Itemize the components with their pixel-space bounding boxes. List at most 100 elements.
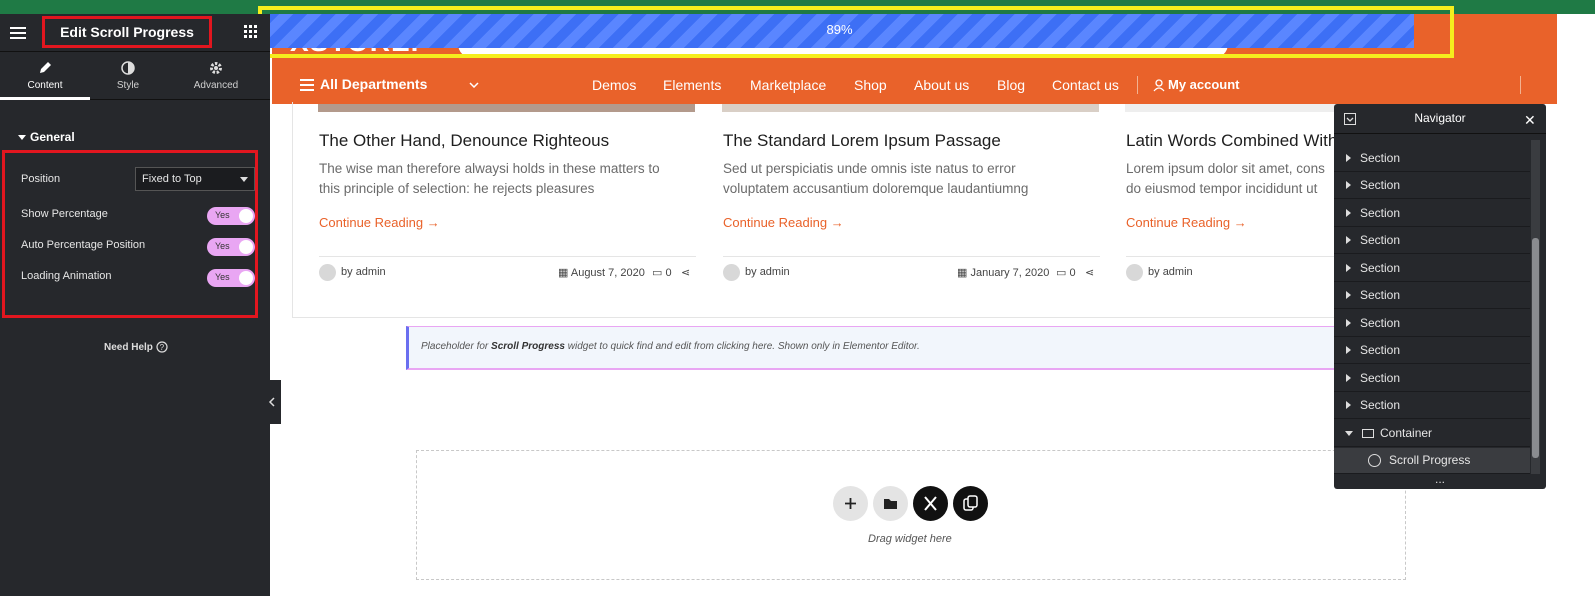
card-excerpt: Lorem ipsum dolor sit amet, cons [1126,161,1325,176]
arrow-right-icon: → [1233,215,1247,230]
show-percentage-toggle[interactable]: Yes [207,207,255,225]
card-divider [723,256,1100,257]
my-account-link[interactable]: My account [1153,77,1240,92]
card-image[interactable] [1125,104,1335,112]
nav-shop[interactable]: Shop [854,77,887,93]
avatar [723,264,740,281]
navigator-item-container[interactable]: Container [1334,420,1530,447]
nav-elements[interactable]: Elements [663,77,721,93]
navigator-resize-handle[interactable]: ... [1334,472,1546,486]
card-excerpt: Sed ut perspiciatis unde omnis iste natu… [723,161,1016,176]
navigator-item-section[interactable]: Section [1334,310,1530,337]
card-image[interactable] [318,104,695,112]
editor-panel: Edit Scroll Progress Content Style Advan… [0,14,270,596]
navigator-item-label: Scroll Progress [1389,453,1471,467]
loading-animation-toggle[interactable]: Yes [207,269,255,287]
calendar-icon: ▦ [558,267,569,279]
toggle-knob [239,271,253,285]
card-date: ▦ August 7, 2020 [558,267,645,279]
nav-contact[interactable]: Contact us [1052,77,1119,93]
navigator-item-section[interactable]: Section [1334,392,1530,419]
navigator-item-label: Container [1380,426,1433,440]
navigator-item-section[interactable]: Section [1334,337,1530,364]
nav-divider [1137,76,1138,94]
section-general-label: General [30,130,75,144]
avatar [319,264,336,281]
navigator-scrollbar-thumb[interactable] [1532,238,1539,458]
section-general-toggle[interactable]: General [18,130,75,144]
panel-collapse-button[interactable] [265,380,281,424]
navigator-item-section[interactable]: Section [1334,365,1530,392]
paste-button[interactable] [953,486,988,521]
loading-animation-label: Loading Animation [21,270,112,282]
card-author[interactable]: by admin [745,266,790,278]
all-departments-menu[interactable]: All Departments [300,76,479,92]
caret-right-icon [1346,374,1351,382]
chevron-down-icon [240,177,248,182]
caret-down-icon [1345,431,1353,436]
copy-icon [963,495,978,511]
tab-style[interactable]: Style [83,52,173,100]
card-author[interactable]: by admin [1148,266,1193,278]
auto-percentage-toggle[interactable]: Yes [207,238,255,256]
navigator-item-section[interactable]: Section [1334,227,1530,254]
card-title[interactable]: Latin Words Combined With [1126,131,1336,151]
share-icon[interactable]: ⋖ [681,266,690,279]
continue-reading-link[interactable]: Continue Reading → [319,215,440,230]
add-section-button[interactable] [833,486,868,521]
navigator-item-section[interactable]: Section [1334,200,1530,227]
xstore-templates-button[interactable] [913,486,948,521]
need-help-link[interactable]: Need Help [104,342,153,353]
tab-advanced[interactable]: Advanced [171,52,261,100]
chevron-left-icon [268,397,275,407]
close-icon[interactable]: ✕ [1524,112,1536,129]
position-select-value: Fixed to Top [142,173,202,185]
tab-style-label: Style [116,80,140,91]
caret-right-icon [1346,291,1351,299]
menu-icon[interactable] [8,23,28,43]
tab-content-label: Content [27,80,63,91]
scroll-progress-icon [1368,454,1381,467]
placeholder-text: Placeholder for Scroll Progress widget t… [421,341,920,352]
drop-zone[interactable] [416,450,1406,580]
navigator-header: Navigator ✕ [1334,104,1546,134]
highlight-frame-progress [258,6,1454,58]
navigator-item-section[interactable]: Section [1334,282,1530,309]
navigator-item-label: Section [1360,151,1401,165]
position-select[interactable]: Fixed to Top [135,167,255,191]
caret-right-icon [1346,236,1351,244]
nav-blog[interactable]: Blog [997,77,1025,93]
card-title[interactable]: The Standard Lorem Ipsum Passage [723,131,1001,151]
navigator-item-section[interactable]: Section [1334,172,1530,199]
navigator-item-label: Section [1360,261,1401,275]
continue-reading-link[interactable]: Continue Reading → [1126,215,1247,230]
nav-marketplace[interactable]: Marketplace [750,77,826,93]
navigator-item-label: Section [1360,343,1401,357]
drop-zone-label: Drag widget here [868,533,952,545]
my-account-label: My account [1168,77,1240,92]
card-excerpt: The wise man therefore alwaysi holds in … [319,161,660,176]
navigator-item-scroll-progress[interactable]: Scroll Progress [1334,448,1530,474]
navigator-item-section[interactable]: Section [1334,145,1530,172]
continue-reading-link[interactable]: Continue Reading → [723,215,844,230]
add-template-button[interactable] [873,486,908,521]
toggle-yes-label: Yes [215,272,230,282]
card-author[interactable]: by admin [341,266,386,278]
tab-content[interactable]: Content [0,52,90,100]
card-comments[interactable]: ▭ 0 [1056,266,1076,279]
share-icon[interactable]: ⋖ [1085,266,1094,279]
chevron-down-icon [469,82,479,89]
caret-right-icon [1346,264,1351,272]
folder-icon [884,499,897,509]
nav-demos[interactable]: Demos [592,77,636,93]
widgets-grid-icon[interactable] [244,25,258,39]
avatar [1126,264,1143,281]
help-icon[interactable]: ? [156,341,168,353]
card-comments[interactable]: ▭ 0 [652,266,672,279]
toggle-yes-label: Yes [215,241,230,251]
card-title[interactable]: The Other Hand, Denounce Righteous [319,131,609,151]
nav-about[interactable]: About us [914,77,969,93]
navigator-item-label: Section [1360,371,1401,385]
navigator-item-section[interactable]: Section [1334,255,1530,282]
card-image[interactable] [722,104,1099,112]
